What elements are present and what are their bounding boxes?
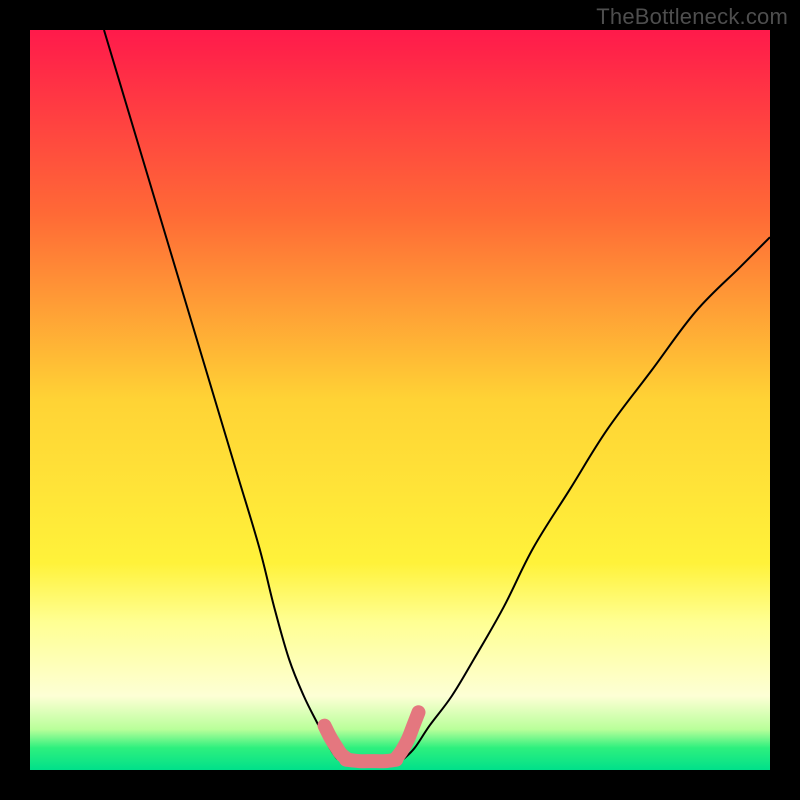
chart-frame: TheBottleneck.com (0, 0, 800, 800)
watermark-text: TheBottleneck.com (596, 4, 788, 30)
series-highlight-bottom (346, 760, 396, 762)
plot-background (30, 30, 770, 770)
bottleneck-chart (0, 0, 800, 800)
